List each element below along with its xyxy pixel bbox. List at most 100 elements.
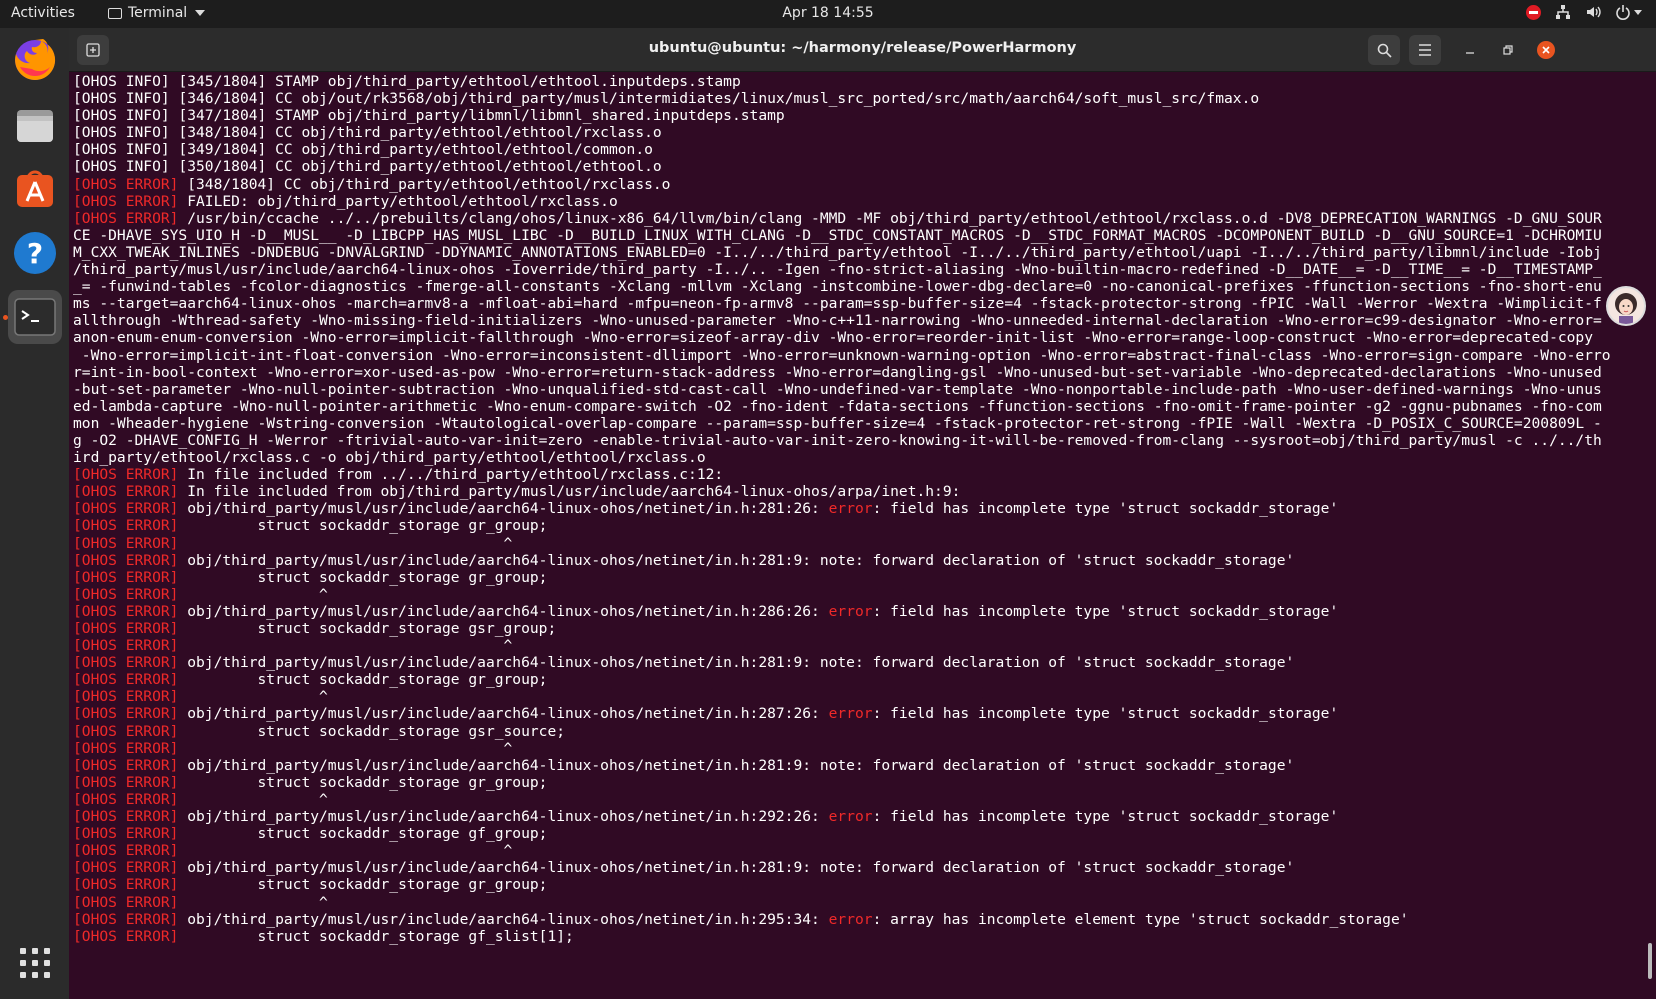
log-text: : field has incomplete type 'struct sock… <box>872 602 1339 620</box>
close-button[interactable] <box>1537 41 1555 59</box>
log-text: struct sockaddr_storage gr_group; <box>178 517 548 535</box>
dock-terminal[interactable] <box>8 290 62 344</box>
terminal-line: [OHOS ERROR] ^ <box>73 842 1643 859</box>
terminal-line: [OHOS ERROR] obj/third_party/musl/usr/in… <box>73 808 1643 825</box>
log-text: [348/1804] CC obj/third_party/ethtool/et… <box>178 175 671 193</box>
menu-button[interactable] <box>1409 35 1441 65</box>
log-text: FAILED: obj/third_party/ethtool/ethtool/… <box>178 192 618 210</box>
terminal-line: ed-lambda-capture -Wno-null-pointer-arit… <box>73 398 1643 415</box>
terminal-line: [OHOS ERROR] [348/1804] CC obj/third_par… <box>73 176 1643 193</box>
terminal-window: ubuntu@ubuntu: ~/harmony/release/PowerHa… <box>69 28 1656 999</box>
terminal-line: CE -DHAVE_SYS_UIO_H -D__MUSL__ -D_LIBCPP… <box>73 227 1643 244</box>
log-text: obj/third_party/musl/usr/include/aarch64… <box>178 859 1295 877</box>
log-text: obj/third_party/musl/usr/include/aarch64… <box>178 500 829 518</box>
dock-files[interactable] <box>8 99 62 153</box>
terminal-line: [OHOS ERROR] struct sockaddr_storage gr_… <box>73 671 1643 688</box>
terminal-line: [OHOS ERROR] struct sockaddr_storage gr_… <box>73 876 1643 893</box>
terminal-line: [OHOS ERROR] FAILED: obj/third_party/eth… <box>73 193 1643 210</box>
maximize-button[interactable] <box>1499 41 1517 59</box>
terminal-icon <box>108 7 122 19</box>
terminal-line: [OHOS ERROR] struct sockaddr_storage gr_… <box>73 569 1643 586</box>
log-text: : field has incomplete type 'struct sock… <box>872 500 1339 518</box>
log-level-tag: [OHOS ERROR] <box>73 808 179 826</box>
log-text: ^ <box>178 637 513 655</box>
log-text: ^ <box>178 739 513 757</box>
log-text: ird_party/ethtool/rxclass.c -o obj/third… <box>73 449 706 467</box>
dock-help[interactable]: ? <box>8 226 62 280</box>
log-text: obj/third_party/musl/usr/include/aarch64… <box>178 602 829 620</box>
log-text: : array has incomplete element type 'str… <box>872 910 1409 928</box>
minimize-button[interactable] <box>1461 41 1479 59</box>
log-text: ms --target=aarch64-linux-ohos -march=ar… <box>73 295 1602 313</box>
error-keyword: error <box>828 500 873 518</box>
help-icon: ? <box>14 232 56 274</box>
log-text: struct sockaddr_storage gr_group; <box>178 876 548 894</box>
system-tray[interactable] <box>1526 4 1642 20</box>
log-text: -but-set-parameter -Wno-null-pointer-sub… <box>73 380 1602 398</box>
do-not-disturb-icon[interactable] <box>1526 4 1541 20</box>
network-icon[interactable] <box>1555 4 1571 20</box>
log-level-tag: [OHOS ERROR] <box>73 637 179 655</box>
show-apps-icon <box>20 948 50 978</box>
terminal-line: [OHOS ERROR] obj/third_party/musl/usr/in… <box>73 552 1643 569</box>
terminal-line: [OHOS ERROR] struct sockaddr_storage gr_… <box>73 517 1643 534</box>
terminal-line: /third_party/musl/usr/include/aarch64-li… <box>73 261 1643 278</box>
terminal-line: -but-set-parameter -Wno-null-pointer-sub… <box>73 381 1643 398</box>
log-text: obj/third_party/musl/usr/include/aarch64… <box>178 756 1295 774</box>
log-level-tag: [OHOS ERROR] <box>73 192 179 210</box>
log-text: g -O2 -DHAVE_CONFIG_H -Werror -ftrivial-… <box>73 431 1602 449</box>
terminal-line: [OHOS ERROR] In file included from obj/t… <box>73 483 1643 500</box>
title-bar[interactable]: ubuntu@ubuntu: ~/harmony/release/PowerHa… <box>69 28 1656 72</box>
error-keyword: error <box>828 602 873 620</box>
log-level-tag: [OHOS ERROR] <box>73 825 179 843</box>
new-tab-button[interactable] <box>77 35 109 65</box>
terminal-output[interactable]: [OHOS INFO] [345/1804] STAMP obj/third_p… <box>73 73 1643 999</box>
hamburger-menu-icon <box>1419 44 1431 56</box>
log-level-tag: [OHOS INFO] <box>73 124 170 142</box>
log-level-tag: [OHOS ERROR] <box>73 585 179 603</box>
error-keyword: error <box>828 910 873 928</box>
avatar-icon <box>1615 293 1637 324</box>
log-text: obj/third_party/musl/usr/include/aarch64… <box>178 910 829 928</box>
log-text: : field has incomplete type 'struct sock… <box>872 808 1339 826</box>
dock: ? <box>0 28 69 999</box>
files-icon <box>17 110 53 142</box>
clock[interactable]: Apr 18 14:55 <box>0 5 1656 21</box>
volume-icon[interactable] <box>1585 4 1601 20</box>
terminal-line: _= -funwind-tables -fcolor-diagnostics -… <box>73 278 1643 295</box>
log-level-tag: [OHOS INFO] <box>73 158 170 176</box>
log-level-tag: [OHOS ERROR] <box>73 688 179 706</box>
terminal-line: [OHOS ERROR] ^ <box>73 586 1643 603</box>
log-text: : field has incomplete type 'struct sock… <box>872 705 1339 723</box>
log-text: ed-lambda-capture -Wno-null-pointer-arit… <box>73 397 1602 415</box>
log-level-tag: [OHOS ERROR] <box>73 927 179 945</box>
terminal-line: [OHOS ERROR] obj/third_party/musl/usr/in… <box>73 654 1643 671</box>
chevron-down-icon <box>1634 9 1642 15</box>
terminal-line: [OHOS ERROR] obj/third_party/musl/usr/in… <box>73 500 1643 517</box>
terminal-line: anon-enum-enum-conversion -Wno-error=imp… <box>73 329 1643 346</box>
log-level-tag: [OHOS ERROR] <box>73 910 179 928</box>
log-text: struct sockaddr_storage gf_slist[1]; <box>178 927 574 945</box>
log-text: M_CXX_TWEAK_INLINES -DNDEBUG -DNVALGRIND… <box>73 243 1602 261</box>
search-icon <box>1377 43 1392 58</box>
avatar[interactable] <box>1606 286 1646 326</box>
log-level-tag: [OHOS ERROR] <box>73 534 179 552</box>
terminal-line: [OHOS ERROR] In file included from ../..… <box>73 466 1643 483</box>
scrollbar[interactable] <box>1648 943 1652 979</box>
activities-button[interactable]: Activities <box>11 5 75 21</box>
log-text: ^ <box>178 585 328 603</box>
dock-firefox[interactable] <box>8 33 62 87</box>
power-icon[interactable] <box>1615 4 1642 20</box>
terminal-line: ird_party/ethtool/rxclass.c -o obj/third… <box>73 449 1643 466</box>
log-level-tag: [OHOS ERROR] <box>73 756 179 774</box>
log-level-tag: [OHOS ERROR] <box>73 500 179 518</box>
terminal-line: [OHOS ERROR] ^ <box>73 637 1643 654</box>
log-text: In file included from ../../third_party/… <box>178 466 724 484</box>
show-apps-button[interactable] <box>8 936 62 990</box>
log-text: [345/1804] STAMP obj/third_party/ethtool… <box>169 73 741 90</box>
search-button[interactable] <box>1368 35 1400 65</box>
dock-software[interactable] <box>8 162 62 216</box>
terminal-line: [OHOS ERROR] ^ <box>73 894 1643 911</box>
app-menu[interactable]: Terminal <box>108 5 206 21</box>
terminal-line: [OHOS INFO] [349/1804] CC obj/third_part… <box>73 141 1643 158</box>
